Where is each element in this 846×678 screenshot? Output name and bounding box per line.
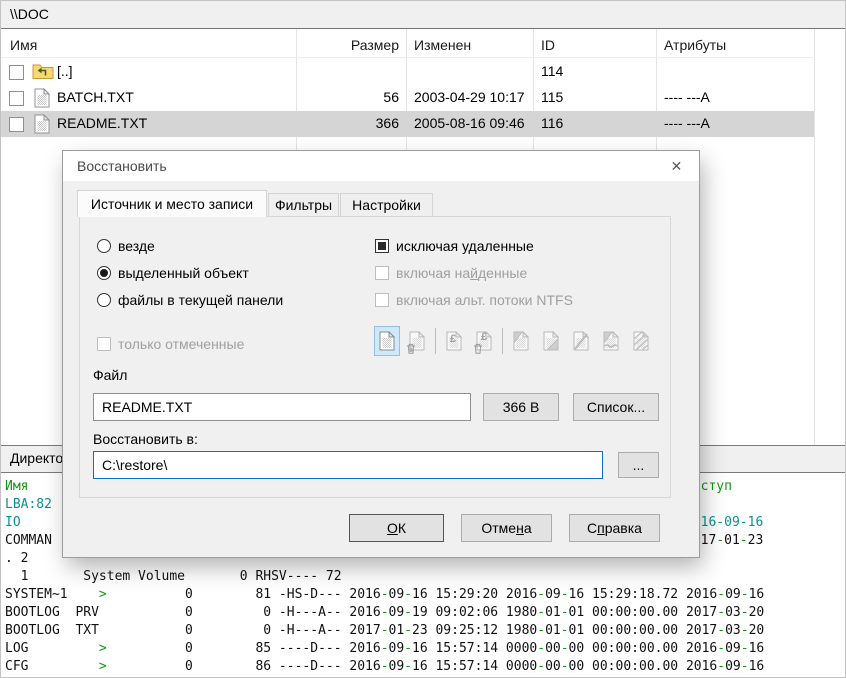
console-row[interactable]: . 2 — [5, 550, 28, 568]
dialog-titlebar[interactable]: Восстановить ✕ — [63, 151, 699, 181]
tab-source-and-destination[interactable]: Источник и место записи — [77, 190, 267, 217]
folder-up-icon — [32, 61, 54, 85]
console-row[interactable]: SYSTEM~1 > 0 81 -HS-D--- 2016-09-16 15:2… — [5, 586, 764, 604]
file-row-parent-dir[interactable]: [..] 114 — [1, 59, 814, 85]
file-size: 56 — [303, 89, 399, 105]
file-row-batch-txt[interactable]: BATCH.TXT 56 2003-04-29 10:17 115 ---- -… — [1, 85, 814, 111]
file-id: 116 — [541, 115, 563, 131]
console-row[interactable]: IO — [5, 514, 21, 532]
column-divider[interactable] — [814, 29, 815, 445]
file-modified: 2005-08-16 09:46 — [414, 115, 525, 131]
help-button[interactable]: Справка — [569, 514, 660, 542]
ok-button[interactable]: ОК — [349, 514, 444, 542]
tab-page — [79, 216, 671, 498]
text-file-icon — [34, 114, 50, 139]
file-attributes: ---- ---A — [664, 89, 710, 105]
file-id: 114 — [541, 63, 563, 79]
console-row[interactable]: BOOTLOG TXT 0 0 -H---A-- 2017-01-23 09:2… — [5, 622, 764, 640]
directory-panel-title: Директо — [10, 450, 63, 466]
cancel-button[interactable]: Отмена — [461, 514, 552, 542]
row-checkbox[interactable] — [9, 91, 24, 106]
file-attributes: ---- ---A — [664, 115, 710, 131]
console-row[interactable]: LBA:82 — [5, 496, 52, 514]
app-window: \\DOC Имя Размер Изменен ID Атрибуты [.. — [0, 0, 846, 678]
file-name: BATCH.TXT — [57, 89, 134, 105]
column-header-id[interactable]: ID — [541, 37, 555, 53]
console-row[interactable]: LOG > 0 85 ----D--- 2016-09-16 15:57:14 … — [5, 640, 764, 658]
column-header-size[interactable]: Размер — [303, 37, 399, 53]
file-modified: 2003-04-29 10:17 — [414, 89, 525, 105]
path-bar: \\DOC — [1, 1, 846, 29]
console-row[interactable]: 1 System Volume 0 RHSV---- 72 — [5, 568, 342, 586]
file-row-readme-txt-selected[interactable]: README.TXT 366 2005-08-16 09:46 116 ----… — [1, 111, 814, 137]
current-path: \\DOC — [10, 6, 49, 22]
dialog-title: Восстановить — [77, 158, 167, 174]
column-header-modified[interactable]: Изменен — [414, 37, 471, 53]
console-row[interactable]: COMMAN — [5, 532, 52, 550]
file-id: 115 — [541, 89, 563, 105]
console-header-name: Имя — [5, 478, 28, 496]
tab-settings[interactable]: Настройки — [340, 193, 433, 217]
restore-dialog: Восстановить ✕ Источник и место записи Ф… — [63, 151, 699, 557]
text-file-icon — [34, 88, 50, 113]
column-header-attributes[interactable]: Атрибуты — [664, 37, 726, 53]
row-checkbox[interactable] — [9, 65, 24, 80]
file-name: [..] — [57, 63, 73, 79]
console-row[interactable]: CFG > 0 86 ----D--- 2016-09-16 15:57:14 … — [5, 658, 764, 676]
tab-filters[interactable]: Фильтры — [268, 193, 339, 217]
close-icon[interactable]: ✕ — [654, 151, 699, 181]
header-divider — [1, 57, 814, 58]
file-name: README.TXT — [57, 115, 147, 131]
column-header-name[interactable]: Имя — [10, 37, 37, 53]
console-row[interactable]: BOOTLOG PRV 0 0 -H---A-- 2016-09-19 09:0… — [5, 604, 764, 622]
file-size: 366 — [303, 115, 399, 131]
row-checkbox[interactable] — [9, 117, 24, 132]
